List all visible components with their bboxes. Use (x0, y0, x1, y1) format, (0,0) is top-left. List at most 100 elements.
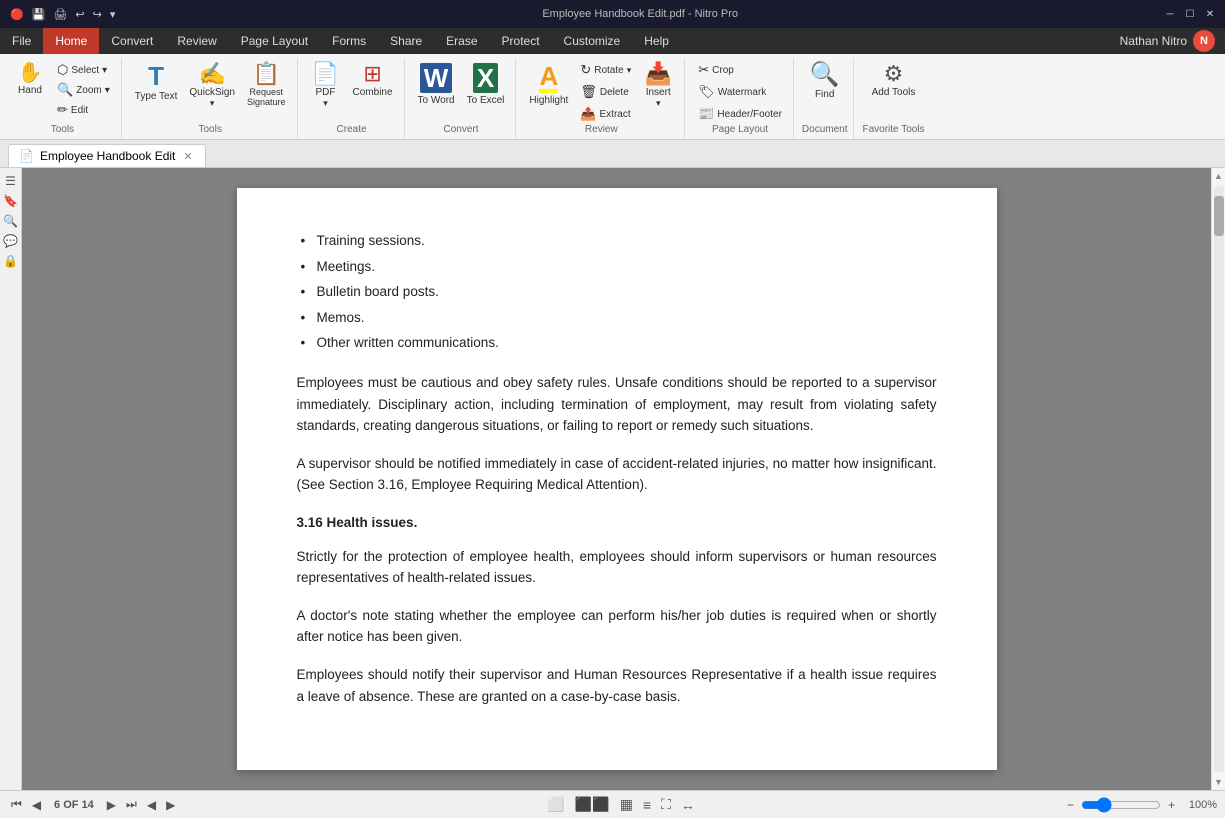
list-item: Training sessions. (317, 228, 937, 254)
menu-customize[interactable]: Customize (552, 28, 633, 54)
crop-icon: ✂ (698, 62, 709, 78)
next-view-btn[interactable]: ▶ (163, 798, 178, 812)
print-qa-btn[interactable]: 🖨 (51, 8, 69, 21)
sidebar-tool-search[interactable]: 🔍 (2, 212, 20, 230)
document-label: Document (802, 124, 848, 137)
watermark-icon: 🏷 (698, 84, 715, 100)
user-avatar: N (1193, 30, 1215, 52)
combine-button[interactable]: ⊞ Combine (348, 60, 398, 101)
user-area: Nathan Nitro N (1110, 28, 1225, 54)
request-sig-button[interactable]: 📋 Request Signature (242, 60, 291, 110)
insert-button[interactable]: 📥 Insert ▾ (638, 60, 678, 112)
watermark-button[interactable]: 🏷 Watermark (693, 82, 787, 102)
hand-button[interactable]: ✋ Hand (10, 60, 50, 99)
close-btn[interactable]: ✕ (1203, 7, 1217, 21)
maximize-btn[interactable]: ☐ (1183, 7, 1197, 21)
menu-protect[interactable]: Protect (490, 28, 552, 54)
edit-button[interactable]: ✏ Edit (52, 100, 115, 120)
highlight-button[interactable]: A Highlight (524, 60, 573, 109)
insert-icon: 📥 (645, 63, 672, 85)
menu-home[interactable]: Home (43, 28, 99, 54)
sidebar-tool-bookmarks[interactable]: 🔖 (2, 192, 20, 210)
header-footer-icon: 📰 (698, 106, 714, 122)
scroll-track[interactable] (1214, 186, 1224, 772)
prev-page-btn[interactable]: ◀ (29, 798, 44, 812)
zoom-out-btn[interactable]: − (1064, 798, 1077, 812)
review-small-col: ↻ Rotate ▾ 🗑 Delete 📤 Extract (575, 60, 636, 124)
add-tools-button[interactable]: ⚙ Add Tools (867, 60, 921, 101)
delete-label: Delete (600, 87, 629, 98)
menu-convert[interactable]: Convert (99, 28, 165, 54)
menu-page-layout[interactable]: Page Layout (229, 28, 320, 54)
hand-label: Hand (18, 85, 42, 96)
sidebar-tool-security[interactable]: 🔒 (2, 252, 20, 270)
single-page-view-btn[interactable]: ⬜ (544, 794, 567, 815)
menu-share[interactable]: Share (378, 28, 434, 54)
edit-icon: ✏ (57, 102, 68, 118)
page-nav-controls: ⏮ ◀ 6 OF 14 ▶ ⏭ ◀ ▶ (8, 797, 178, 812)
two-page-view-btn[interactable]: ⬛⬛ (572, 794, 613, 815)
delete-button[interactable]: 🗑 Delete (575, 82, 636, 102)
first-page-btn[interactable]: ⏮ (8, 797, 25, 812)
hand-icon: ✋ (18, 63, 43, 83)
to-excel-button[interactable]: X To Excel (462, 60, 510, 109)
content-wrapper: ☰ 🔖 🔍 💬 🔒 Training sessions. Meetings. B… (0, 168, 1225, 790)
convert-label: Convert (443, 124, 478, 137)
document-buttons: 🔍 Find (805, 60, 845, 124)
type-text-button[interactable]: T Type Text (130, 60, 183, 105)
select-button[interactable]: ⬡ Select ▾ (52, 60, 115, 80)
select-arrow: ▾ (102, 65, 107, 76)
find-button[interactable]: 🔍 Find (805, 60, 845, 103)
fit-width-btn[interactable]: ↔ (678, 795, 698, 815)
minimize-btn[interactable]: ─ (1163, 7, 1177, 21)
spread-view-btn[interactable]: ▦ (617, 794, 636, 815)
menu-help[interactable]: Help (632, 28, 681, 54)
quicksign-button[interactable]: ✍ QuickSign ▾ (184, 60, 240, 112)
sidebar-tool-pages[interactable]: ☰ (2, 172, 20, 190)
scroll-up-btn[interactable]: ▲ (1211, 168, 1225, 184)
page-layout-label: Page Layout (712, 124, 768, 137)
crop-label: Crop (712, 65, 734, 76)
insert-arrow: ▾ (656, 98, 661, 109)
fit-page-btn[interactable]: ⛶ (658, 794, 674, 815)
tab-close-btn[interactable]: ✕ (181, 150, 194, 163)
zoom-button[interactable]: 🔍 Zoom ▾ (52, 80, 115, 100)
review-buttons: A Highlight ↻ Rotate ▾ 🗑 Delete 📤 (524, 60, 678, 124)
pdf-button[interactable]: 📄 PDF ▾ (306, 60, 346, 112)
scroll-thumb (1214, 196, 1224, 236)
sidebar-tool-comments[interactable]: 💬 (2, 232, 20, 250)
redo-qa-btn[interactable]: ↪ (91, 8, 104, 21)
request-sig-label: Request (249, 87, 283, 97)
undo-qa-btn[interactable]: ↩ (73, 8, 86, 21)
ribbon-group-review: A Highlight ↻ Rotate ▾ 🗑 Delete 📤 (518, 58, 685, 139)
find-label: Find (815, 89, 834, 100)
last-page-btn[interactable]: ⏭ (123, 797, 140, 812)
scroll-view-btn[interactable]: ≡ (640, 795, 654, 815)
save-qa-btn[interactable]: 💾 (30, 8, 48, 21)
rotate-button[interactable]: ↻ Rotate ▾ (575, 60, 636, 80)
menu-review[interactable]: Review (165, 28, 228, 54)
delete-icon: 🗑 (580, 84, 597, 100)
crop-button[interactable]: ✂ Crop (693, 60, 787, 80)
menu-forms[interactable]: Forms (320, 28, 378, 54)
menu-erase[interactable]: Erase (434, 28, 489, 54)
prev-view-btn[interactable]: ◀ (144, 798, 159, 812)
list-item: Bulletin board posts. (317, 279, 937, 305)
window-controls: ─ ☐ ✕ (1163, 7, 1217, 21)
scroll-down-btn[interactable]: ▼ (1211, 774, 1225, 790)
status-bar: ⏮ ◀ 6 OF 14 ▶ ⏭ ◀ ▶ ⬜ ⬛⬛ ▦ ≡ ⛶ ↔ − + 100… (0, 790, 1225, 818)
arrow-qa-btn[interactable]: ▾ (108, 8, 118, 21)
header-footer-button[interactable]: 📰 Header/Footer (693, 104, 787, 124)
extract-button[interactable]: 📤 Extract (575, 104, 636, 124)
document-tab[interactable]: 📄 Employee Handbook Edit ✕ (8, 144, 206, 167)
select-zoom-col: ⬡ Select ▾ 🔍 Zoom ▾ ✏ Edit (52, 60, 115, 120)
ribbon-group-document: 🔍 Find Document (796, 58, 855, 139)
tab-bar: 📄 Employee Handbook Edit ✕ (0, 140, 1225, 168)
pdf-label: PDF (316, 87, 336, 98)
menu-file[interactable]: File (0, 28, 43, 54)
next-page-btn[interactable]: ▶ (104, 798, 119, 812)
to-word-button[interactable]: W To Word (413, 60, 460, 109)
zoom-in-btn[interactable]: + (1165, 798, 1178, 812)
to-excel-icon: X (473, 63, 498, 93)
zoom-slider[interactable] (1081, 797, 1161, 813)
